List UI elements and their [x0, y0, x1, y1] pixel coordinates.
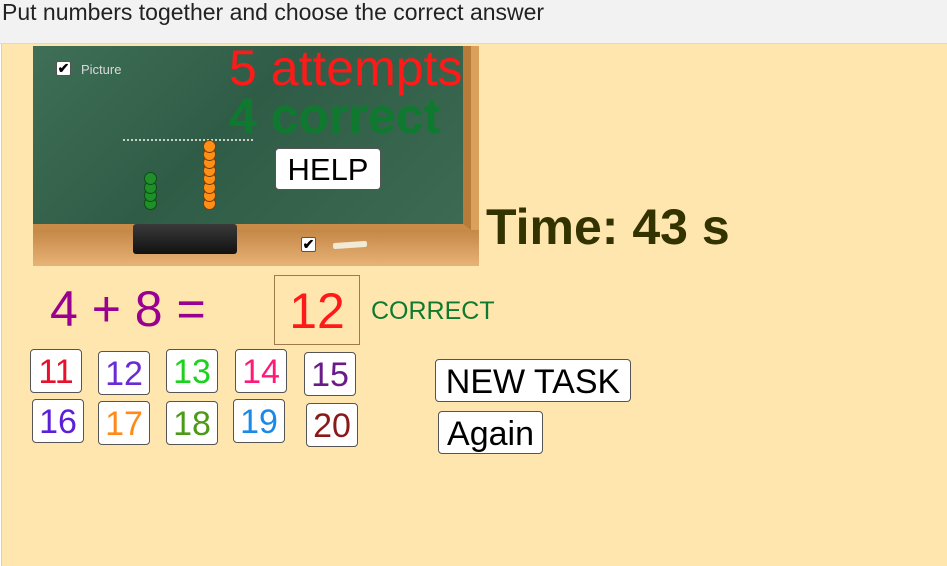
- equation-text: 4 + 8 =: [50, 281, 206, 337]
- bottom-checkbox[interactable]: ✔: [301, 237, 316, 252]
- again-button[interactable]: Again: [438, 411, 543, 454]
- number-button-20[interactable]: 20: [306, 403, 358, 447]
- help-button[interactable]: HELP: [275, 148, 381, 190]
- new-task-button[interactable]: NEW TASK: [435, 359, 631, 402]
- number-button-16[interactable]: 16: [32, 399, 84, 443]
- number-button-14[interactable]: 14: [235, 349, 287, 393]
- number-button-19[interactable]: 19: [233, 399, 285, 443]
- picture-checkbox-label: Picture: [81, 62, 122, 77]
- eraser-image: [133, 224, 237, 254]
- blackboard-ledge: [33, 230, 479, 266]
- answer-field[interactable]: 12: [274, 275, 360, 345]
- page-title: Put numbers together and choose the corr…: [0, 0, 947, 44]
- number-button-13[interactable]: 13: [166, 349, 218, 393]
- correct-counter: 4 correct: [229, 88, 441, 144]
- number-button-15[interactable]: 15: [304, 352, 356, 396]
- applet-canvas: ✔ Picture ✔ 5 attempts 4 correct HELP Ti…: [1, 40, 947, 566]
- number-button-17[interactable]: 17: [98, 401, 150, 445]
- number-button-18[interactable]: 18: [166, 401, 218, 445]
- number-button-12[interactable]: 12: [98, 351, 150, 395]
- number-button-11[interactable]: 11: [30, 349, 82, 393]
- orange-bead: [203, 139, 216, 153]
- picture-checkbox[interactable]: ✔: [56, 61, 71, 76]
- timer-display: Time: 43 s: [486, 199, 730, 255]
- result-label: CORRECT: [371, 297, 495, 325]
